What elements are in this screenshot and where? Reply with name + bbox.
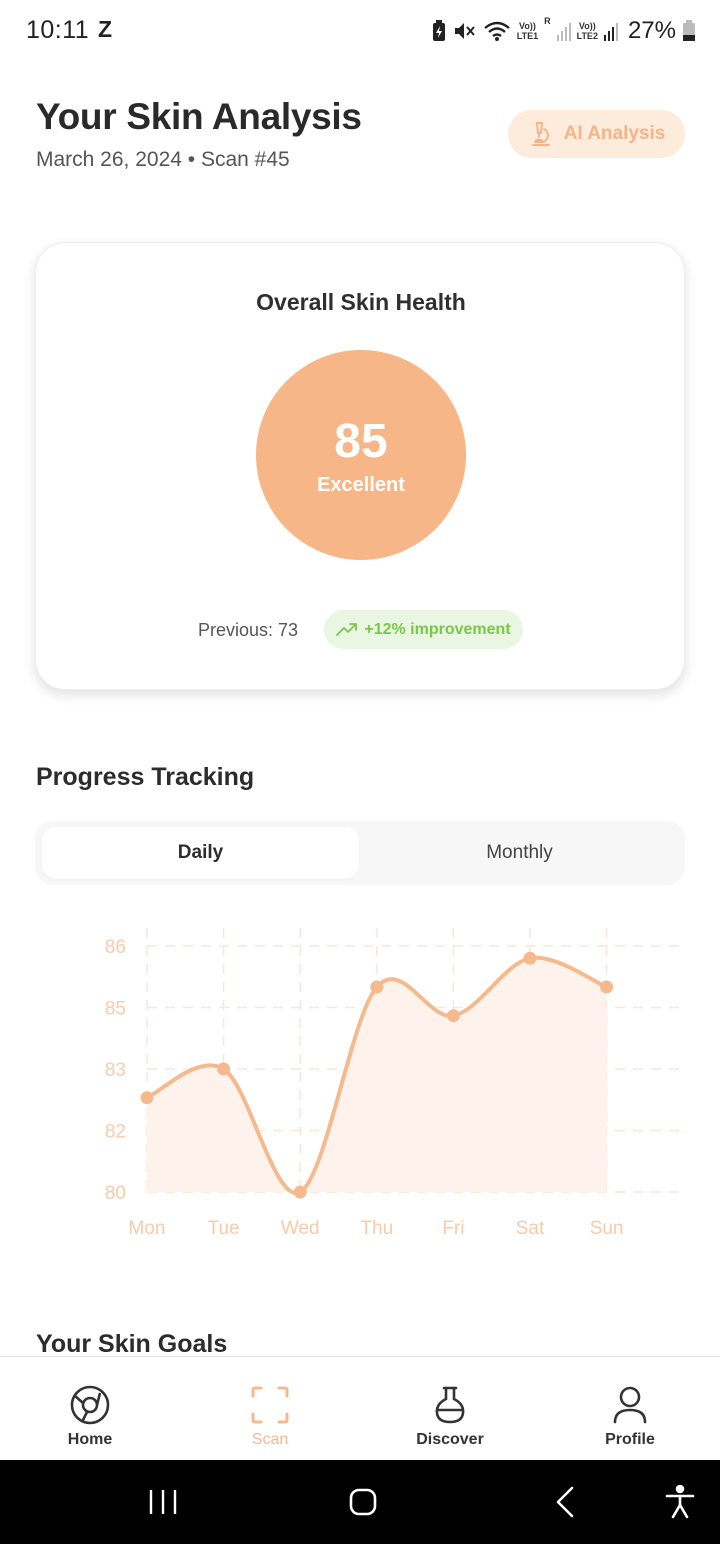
score-value: 85 bbox=[334, 415, 388, 468]
signal-icon bbox=[556, 23, 571, 41]
progress-section-title: Progress Tracking bbox=[36, 763, 255, 791]
notification-z-icon: Z bbox=[98, 16, 113, 42]
page-title: Your Skin Analysis bbox=[36, 96, 362, 137]
score-circle: 85 Excellent bbox=[256, 350, 466, 560]
scan-date: March 26, 2024 • Scan #45 bbox=[36, 148, 290, 171]
trending-up-icon bbox=[336, 622, 358, 636]
signal-icon bbox=[603, 23, 618, 41]
battery-saver-icon bbox=[432, 20, 445, 41]
x-tick-label: Wed bbox=[281, 1218, 320, 1239]
nav-discover-label: Discover bbox=[416, 1431, 484, 1448]
goals-section-title: Your Skin Goals bbox=[36, 1330, 228, 1358]
flask-icon bbox=[435, 1386, 465, 1424]
nav-scan-label: Scan bbox=[251, 1431, 289, 1448]
skin-health-card: Overall Skin Health 85 Excellent Previou… bbox=[35, 242, 685, 690]
nav-profile[interactable]: Profile bbox=[540, 1357, 720, 1461]
scan-icon bbox=[251, 1386, 289, 1424]
wifi-icon bbox=[483, 21, 510, 41]
y-tick-label: 86 bbox=[105, 937, 126, 958]
recent-apps-icon[interactable] bbox=[143, 1482, 183, 1522]
y-tick-label: 82 bbox=[105, 1122, 126, 1143]
improvement-badge: +12% improvement bbox=[324, 610, 523, 649]
x-tick-label: Tue bbox=[208, 1218, 240, 1239]
battery-icon bbox=[683, 20, 695, 41]
profile-icon bbox=[613, 1386, 647, 1424]
ai-analysis-button[interactable]: AI Analysis bbox=[508, 110, 685, 158]
accessibility-icon[interactable] bbox=[660, 1482, 700, 1522]
microscope-icon bbox=[531, 122, 550, 146]
status-time: 10:11 bbox=[26, 16, 90, 44]
sim1-indicator: Vo)) LTE1 bbox=[516, 21, 539, 41]
nav-home[interactable]: Home bbox=[0, 1357, 180, 1461]
score-rating: Excellent bbox=[317, 474, 405, 496]
x-tick-label: Sun bbox=[590, 1218, 624, 1239]
previous-score: Previous: 73 bbox=[198, 620, 299, 640]
improvement-text: +12% improvement bbox=[364, 620, 511, 638]
nav-profile-label: Profile bbox=[605, 1431, 655, 1448]
roaming-indicator: R bbox=[544, 16, 551, 26]
home-icon bbox=[70, 1385, 110, 1425]
y-tick-label: 83 bbox=[105, 1060, 126, 1081]
data-point bbox=[140, 1091, 154, 1105]
nav-scan[interactable]: Scan bbox=[180, 1357, 360, 1461]
tab-daily[interactable]: Daily bbox=[42, 827, 359, 879]
data-point bbox=[600, 980, 614, 994]
data-point bbox=[217, 1062, 231, 1076]
tab-monthly[interactable]: Monthly bbox=[361, 827, 678, 879]
x-tick-label: Sat bbox=[516, 1218, 545, 1239]
progress-chart: 86 85 83 82 80Mon Tue Wed Thu Fri Sat Sun bbox=[105, 928, 685, 1239]
status-icons: Vo)) LTE1 R Vo)) LTE2 27% bbox=[431, 16, 696, 46]
data-point bbox=[523, 951, 537, 965]
x-tick-label: Mon bbox=[129, 1218, 166, 1239]
x-tick-label: Thu bbox=[360, 1218, 393, 1239]
card-title: Overall Skin Health bbox=[256, 289, 466, 315]
status-bar: 10:11 Z Vo)) LTE1 R Vo)) LTE2 27% bbox=[0, 0, 720, 62]
nav-discover[interactable]: Discover bbox=[360, 1357, 540, 1461]
x-tick-label: Fri bbox=[442, 1218, 464, 1239]
ai-analysis-label: AI Analysis bbox=[563, 123, 666, 144]
period-toggle: Daily Monthly bbox=[35, 821, 685, 885]
nav-home-label: Home bbox=[67, 1431, 113, 1448]
sim2-indicator: Vo)) LTE2 bbox=[576, 21, 598, 41]
data-point bbox=[293, 1185, 307, 1199]
y-tick-label: 85 bbox=[105, 999, 126, 1020]
data-point bbox=[446, 1009, 460, 1023]
system-navigation-bar bbox=[0, 1460, 720, 1544]
data-point bbox=[370, 980, 384, 994]
bottom-nav: Home Scan Discover Profile bbox=[0, 1356, 720, 1460]
mute-icon bbox=[454, 23, 475, 39]
home-button-icon[interactable] bbox=[343, 1482, 383, 1522]
back-icon[interactable] bbox=[546, 1482, 586, 1522]
battery-percent: 27% bbox=[627, 17, 676, 44]
y-tick-label: 80 bbox=[105, 1183, 126, 1204]
